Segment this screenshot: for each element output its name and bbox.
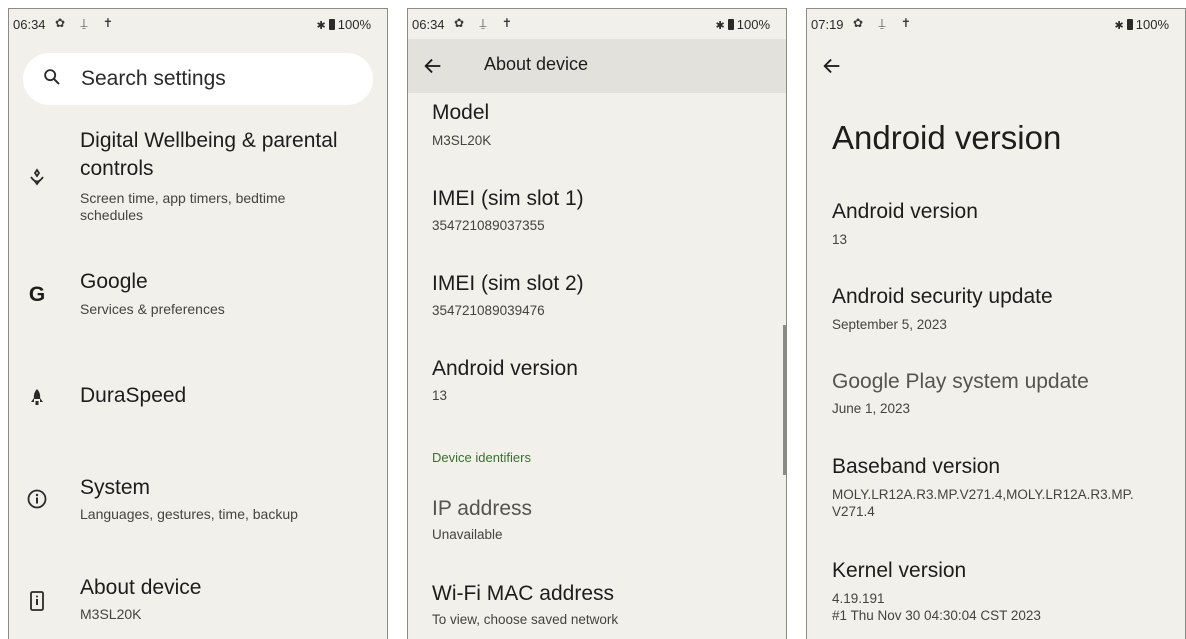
status-time: 06:34 xyxy=(412,17,445,32)
row-title: Model xyxy=(432,101,490,124)
search-icon xyxy=(44,69,60,85)
row-value: September 5, 2023 xyxy=(832,317,947,332)
row-title: Wi-Fi MAC address xyxy=(432,582,615,605)
row-value: 13 xyxy=(432,388,448,403)
status-notification-icons: ✿ ⍊ ✝ xyxy=(454,16,518,30)
bluetooth-icon: ✱ xyxy=(316,20,326,32)
settings-item-title-cont: controls xyxy=(80,157,154,180)
battery-icon xyxy=(328,19,335,30)
google-g-icon: G xyxy=(28,283,46,306)
info-circle-icon xyxy=(27,489,47,509)
row-value: 354721089037355 xyxy=(432,218,545,233)
search-placeholder: Search settings xyxy=(81,67,226,90)
battery-icon xyxy=(1126,19,1133,30)
row-value: To view, choose saved network xyxy=(432,612,619,627)
settings-item-title: System xyxy=(80,476,151,499)
row-value: 354721089039476 xyxy=(432,303,545,318)
bluetooth-icon: ✱ xyxy=(715,20,725,32)
phone-info-icon xyxy=(30,591,44,611)
row-value: 4.19.191 xyxy=(832,591,885,606)
row-value: MOLY.LR12A.R3.MP.V271.4,MOLY.LR12A.R3.MP… xyxy=(832,487,1134,502)
status-time: 06:34 xyxy=(13,17,46,32)
battery-level: 100% xyxy=(1135,17,1169,32)
row-value: June 1, 2023 xyxy=(832,401,911,416)
settings-item-title: DuraSpeed xyxy=(80,384,187,407)
row-title: Android security update xyxy=(832,285,1053,308)
settings-item-subtitle: Screen time, app timers, bedtime xyxy=(80,190,286,206)
row-value: Unavailable xyxy=(432,527,503,542)
battery-level: 100% xyxy=(736,17,770,32)
row-title: Android version xyxy=(432,357,578,380)
row-title: Android version xyxy=(832,200,978,223)
settings-screen: 06:34 ✿ ⍊ ✝ ✱ 100% Search settings Digita… xyxy=(8,8,388,639)
row-title: Kernel version xyxy=(832,559,967,582)
row-title: IMEI (sim slot 2) xyxy=(432,272,584,295)
row-value: M3SL20K xyxy=(432,133,492,148)
battery-icon xyxy=(727,19,734,30)
settings-item-title: About device xyxy=(80,576,202,599)
back-arrow-icon[interactable] xyxy=(422,55,444,77)
row-value-cont: #1 Thu Nov 30 04:30:04 CST 2023 xyxy=(832,608,1041,623)
status-notification-icons: ✿ ⍊ ✝ xyxy=(853,16,917,30)
status-bar: 07:19 ✿ ⍊ ✝ ✱ 100% xyxy=(807,9,1185,39)
row-title: Google Play system update xyxy=(832,370,1089,393)
settings-item-subtitle-cont: schedules xyxy=(80,207,144,223)
page-title: Android version xyxy=(832,119,1062,156)
status-right: ✱ 100% xyxy=(716,17,770,32)
row-title: IP address xyxy=(432,497,533,520)
status-right: ✱ 100% xyxy=(1115,17,1169,32)
settings-item-subtitle: Languages, gestures, time, backup xyxy=(80,506,298,522)
app-bar: About device xyxy=(408,39,786,93)
row-title: IMEI (sim slot 1) xyxy=(432,187,584,210)
search-settings-bar[interactable]: Search settings xyxy=(23,53,373,105)
settings-item-title: Google xyxy=(80,270,148,293)
about-device-screen: 06:34 ✿ ⍊ ✝ ✱ 100% About device Model M3S… xyxy=(407,8,787,639)
bluetooth-icon: ✱ xyxy=(1114,20,1124,32)
android-version-screen: 07:19 ✿ ⍊ ✝ ✱ 100% Android version Androi… xyxy=(806,8,1186,639)
digital-wellbeing-icon xyxy=(30,168,44,186)
row-value-cont: V271.4 xyxy=(832,504,875,519)
section-header: Device identifiers xyxy=(432,450,531,465)
status-notification-icons: ✿ ⍊ ✝ xyxy=(55,16,119,30)
status-time: 07:19 xyxy=(811,17,844,32)
settings-item-subtitle: Services & preferences xyxy=(80,301,225,317)
scrollbar[interactable] xyxy=(783,325,786,475)
back-arrow-icon[interactable] xyxy=(821,55,843,77)
status-bar: 06:34 ✿ ⍊ ✝ ✱ 100% xyxy=(9,9,387,39)
battery-level: 100% xyxy=(337,17,371,32)
status-right: ✱ 100% xyxy=(317,17,371,32)
row-value: 13 xyxy=(832,232,848,247)
settings-item-subtitle: M3SL20K xyxy=(80,606,142,622)
page-title: About device xyxy=(484,54,589,74)
row-title: Baseband version xyxy=(832,455,1001,478)
status-bar: 06:34 ✿ ⍊ ✝ ✱ 100% xyxy=(408,9,786,39)
duraspeed-rocket-icon xyxy=(31,389,43,405)
settings-item-title: Digital Wellbeing & parental xyxy=(80,129,338,152)
